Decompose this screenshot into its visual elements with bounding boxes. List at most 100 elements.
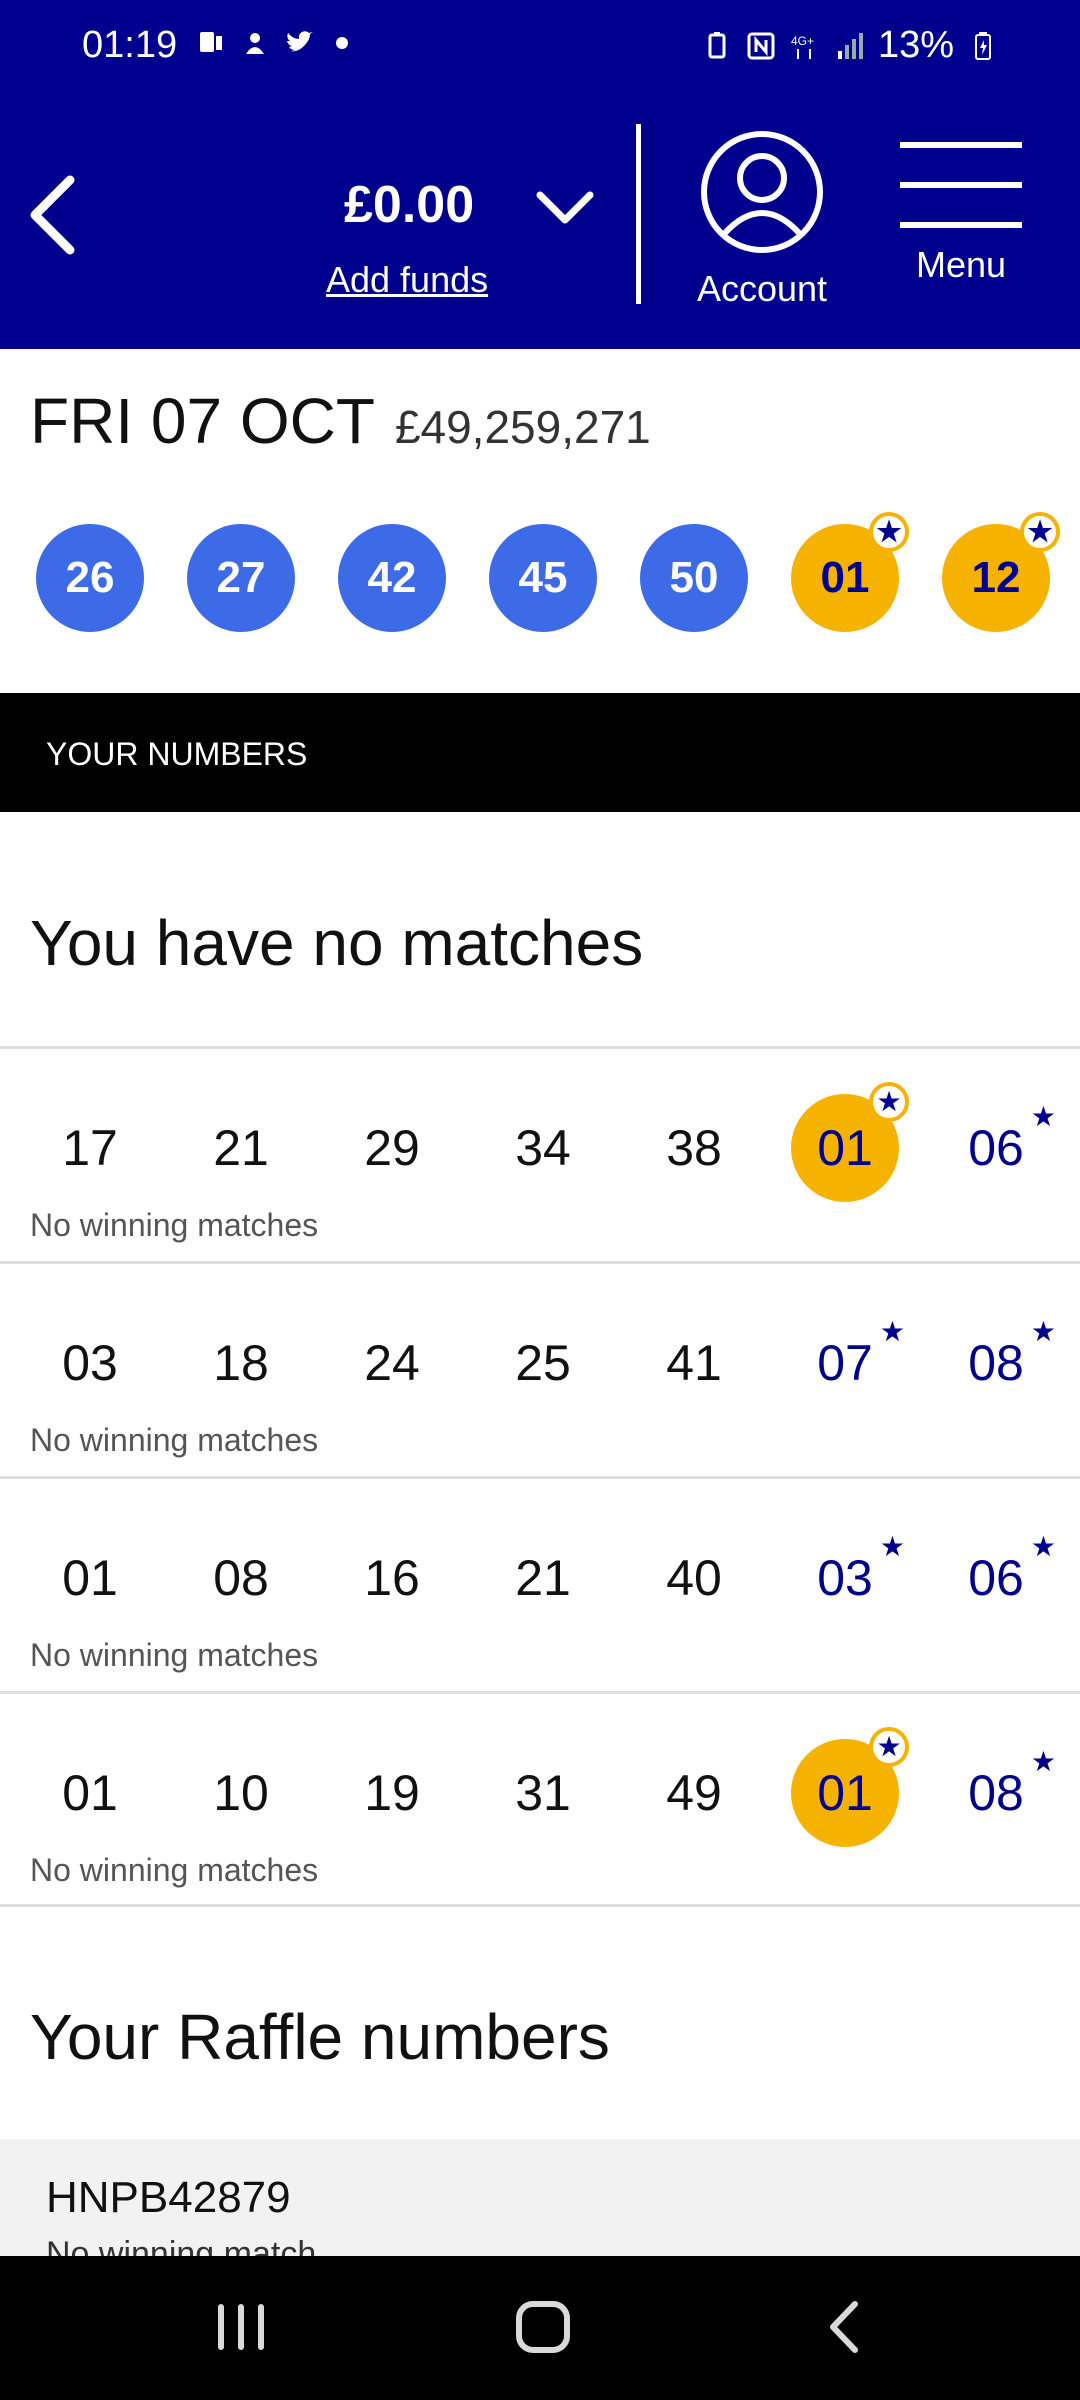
hamburger-menu-icon — [900, 140, 1022, 230]
svg-text:4G+: 4G+ — [791, 34, 814, 48]
raffle-code: HNPB42879 — [46, 2173, 291, 2222]
lucky-star-number: 03 ★ — [791, 1524, 905, 1632]
line-number: 01 — [62, 1550, 118, 1606]
line-number: 16 — [364, 1550, 420, 1606]
line-number: 17 — [62, 1120, 118, 1176]
line-number: 38 — [666, 1120, 722, 1176]
line-number: 19 — [364, 1765, 420, 1821]
account-icon — [701, 131, 823, 253]
ticket-line: 01 08 16 21 40 03 ★ 06 ★ No winning matc… — [0, 1476, 1080, 1691]
lucky-star-ball: 12 ★ — [942, 512, 1060, 632]
account-label: Account — [696, 268, 828, 309]
account-button[interactable]: Account — [682, 130, 842, 310]
lucky-star-number: 06 ★ — [942, 1094, 1056, 1202]
ticket-line: 03 18 24 25 41 07 ★ 08 ★ No winning matc… — [0, 1261, 1080, 1476]
main-ball: 27 — [187, 524, 295, 632]
lucky-star-number: 07 ★ — [791, 1309, 905, 1417]
your-numbers-header: YOUR NUMBERS — [0, 693, 1080, 812]
signal-icon — [837, 32, 863, 59]
lucky-star-value: 08 — [968, 1335, 1024, 1391]
matched-lucky-star: 01 ★ — [791, 1082, 909, 1202]
raffle-entry: HNPB42879 No winning match — [0, 2139, 1080, 2273]
lucky-star-value: 03 — [817, 1550, 873, 1606]
add-funds-link[interactable]: Add funds — [326, 259, 488, 301]
line-number: 21 — [515, 1550, 571, 1606]
vpn-icon — [246, 33, 264, 54]
battery-saver-icon — [708, 31, 726, 58]
line-number: 24 — [364, 1335, 420, 1391]
line-status: No winning matches — [30, 1422, 319, 1458]
result-heading: You have no matches — [30, 907, 644, 979]
ticket-line: 17 21 29 34 38 01 ★ 06 ★ No winning matc… — [0, 1046, 1080, 1261]
draw-jackpot: £49,259,271 — [394, 401, 651, 453]
menu-button[interactable]: Menu — [888, 140, 1034, 310]
line-number: 29 — [364, 1120, 420, 1176]
star-icon: ★ — [1030, 1531, 1056, 1562]
line-number: 21 — [213, 1120, 269, 1176]
star-icon: ★ — [1030, 1746, 1056, 1777]
recent-apps-icon[interactable] — [201, 2292, 281, 2362]
phone-icon — [200, 32, 222, 52]
divider — [0, 1904, 1080, 1907]
winning-numbers: 26 27 42 45 50 01 ★ 12 ★ — [36, 512, 1060, 634]
lucky-star-value: 06 — [968, 1550, 1024, 1606]
line-number: 41 — [666, 1335, 722, 1391]
system-nav-bar — [0, 2256, 1080, 2400]
main-ball: 42 — [338, 524, 446, 632]
raffle-title: Your Raffle numbers — [30, 2001, 610, 2073]
chevron-down-icon[interactable] — [530, 185, 600, 235]
lucky-star-number: 08 ★ — [942, 1739, 1056, 1847]
status-time: 01:19 — [82, 24, 178, 66]
twitter-icon — [287, 31, 313, 52]
line-number: 03 — [62, 1335, 118, 1391]
back-icon[interactable] — [805, 2292, 885, 2362]
battery-icon — [975, 31, 991, 60]
ticket-line: 01 10 19 31 49 01 ★ 08 ★ No winning matc… — [0, 1691, 1080, 1906]
nfc-icon — [747, 32, 775, 59]
lucky-star-value: 08 — [968, 1765, 1024, 1821]
line-number: 31 — [515, 1765, 571, 1821]
main-ball: 26 — [36, 524, 144, 632]
star-icon: ★ — [879, 1316, 905, 1347]
star-icon: ★ — [879, 1531, 905, 1562]
star-icon: ★ — [869, 1082, 909, 1122]
lucky-star-number: 12 — [971, 553, 1021, 602]
star-icon: ★ — [1020, 512, 1060, 552]
draw-title: FRI 07 OCT £49,259,271 — [30, 384, 651, 458]
line-number: 25 — [515, 1335, 571, 1391]
lucky-star-number: 08 ★ — [942, 1309, 1056, 1417]
line-status: No winning matches — [30, 1207, 319, 1243]
line-number: 40 — [666, 1550, 722, 1606]
matched-lucky-star: 01 ★ — [791, 1727, 909, 1847]
star-icon: ★ — [869, 512, 909, 552]
line-number: 18 — [213, 1335, 269, 1391]
header-divider — [636, 124, 641, 304]
battery-percent: 13% — [877, 24, 954, 66]
line-status: No winning matches — [30, 1852, 319, 1888]
star-icon: ★ — [869, 1727, 909, 1767]
line-number: 49 — [666, 1765, 722, 1821]
lucky-star-number: 01 — [817, 1765, 873, 1821]
app-header: 01:19 4G+ 13% £0.00 Add funds Account Me… — [0, 0, 1080, 349]
star-icon: ★ — [1030, 1316, 1056, 1347]
back-arrow-icon[interactable] — [20, 170, 90, 260]
4g-icon: 4G+ — [791, 34, 814, 59]
line-number: 08 — [213, 1550, 269, 1606]
lucky-star-value: 07 — [817, 1335, 873, 1391]
draw-date: FRI 07 OCT — [30, 385, 375, 457]
line-status: No winning matches — [30, 1637, 319, 1673]
lucky-star-number: 01 — [817, 1120, 873, 1176]
lucky-star-number: 01 — [820, 553, 870, 602]
menu-label: Menu — [915, 244, 1007, 285]
home-icon[interactable] — [503, 2292, 583, 2362]
lucky-star-ball: 01 ★ — [791, 512, 909, 632]
main-ball: 50 — [640, 524, 748, 632]
lucky-star-number: 06 ★ — [942, 1524, 1056, 1632]
main-ball: 45 — [489, 524, 597, 632]
line-number: 01 — [62, 1765, 118, 1821]
lucky-star-value: 06 — [968, 1120, 1024, 1176]
status-bar: 01:19 4G+ 13% — [0, 0, 1080, 100]
dot-icon — [336, 37, 348, 49]
balance-amount: £0.00 — [344, 176, 475, 234]
star-icon: ★ — [1030, 1101, 1056, 1132]
